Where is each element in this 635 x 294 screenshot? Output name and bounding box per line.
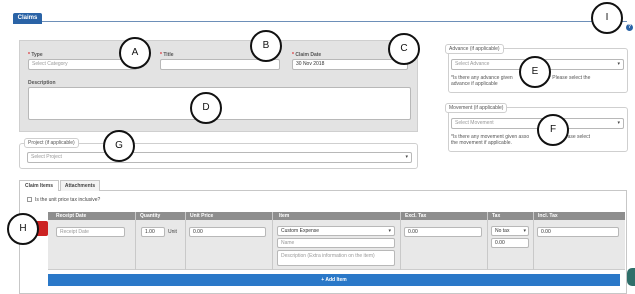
column-divider <box>487 212 488 270</box>
quantity-input[interactable]: 1.00 <box>141 227 165 237</box>
col-tax: Tax <box>492 213 501 219</box>
project-select[interactable]: Select Project ▾ <box>27 152 412 163</box>
tax-inclusive-label: Is the unit price tax inclusive? <box>35 197 101 203</box>
claim-date-input[interactable]: 30 Nov 2018 <box>292 59 408 70</box>
callout-i: I <box>591 2 623 34</box>
unit-label: Unit <box>168 229 177 235</box>
claim-date-label-text: Claim Date <box>295 52 322 58</box>
incl-tax-input[interactable]: 0.00 <box>537 227 619 237</box>
col-excl-tax: Excl. Tax <box>405 213 427 219</box>
unit-price-input[interactable]: 0.00 <box>189 227 266 237</box>
col-quantity: Quantity <box>140 213 161 219</box>
column-divider <box>272 212 273 270</box>
type-select-value: Select Category <box>32 61 68 67</box>
callout-d: D <box>190 92 222 124</box>
movement-legend: Movement (if applicable) <box>445 103 508 113</box>
required-marker: * <box>28 52 30 58</box>
callout-a: A <box>119 37 151 69</box>
movement-select-value: Select Movement <box>455 120 494 126</box>
tax-amount-field: 0.00 <box>491 238 529 248</box>
column-divider <box>400 212 401 270</box>
project-legend: Project (if applicable) <box>24 138 79 148</box>
callout-f: F <box>537 114 569 146</box>
column-divider <box>135 212 136 270</box>
chevron-down-icon: ▾ <box>617 61 620 67</box>
floating-action-button[interactable] <box>627 268 635 286</box>
advance-hint-line2: advance if applicable <box>451 81 498 87</box>
advance-select-value: Select Advance <box>455 61 490 67</box>
callout-h: H <box>7 213 39 245</box>
excl-tax-input[interactable]: 0.00 <box>404 227 482 237</box>
description-label: Description <box>28 80 56 86</box>
chevron-down-icon: ▾ <box>617 120 620 126</box>
col-incl-tax: Incl. Tax <box>538 213 558 219</box>
project-select-value: Select Project <box>31 154 62 160</box>
col-receipt-date: Receipt Date <box>56 213 87 219</box>
callout-b: B <box>250 30 282 62</box>
tax-inclusive-checkbox[interactable] <box>27 197 32 202</box>
page-title: Claims <box>13 13 42 24</box>
advance-legend: Advance (if applicable) <box>445 44 504 54</box>
help-icon[interactable]: ? <box>626 24 633 31</box>
add-item-button[interactable]: + Add Item <box>48 274 620 286</box>
type-label-text: Type <box>31 52 43 58</box>
callout-e: E <box>519 56 551 88</box>
tab-attachments[interactable]: Attachments <box>60 180 100 191</box>
tab-claim-items[interactable]: Claim Items <box>19 180 59 191</box>
callout-c: C <box>388 33 420 65</box>
callout-g: G <box>103 130 135 162</box>
item-name-input[interactable]: Name <box>277 238 395 248</box>
type-label: * Type <box>28 52 43 58</box>
col-item: Item <box>279 213 290 219</box>
tax-select[interactable]: No tax ▾ <box>491 226 529 236</box>
tax-select-value: No tax <box>495 228 510 234</box>
item-select-value: Custom Expense <box>281 228 320 234</box>
required-marker: * <box>292 52 294 58</box>
item-description-input[interactable]: Description (Extra information on the it… <box>277 250 395 266</box>
required-marker: * <box>160 52 162 58</box>
chevron-down-icon: ▾ <box>523 228 526 234</box>
title-label: * Title <box>160 52 174 58</box>
column-divider <box>185 212 186 270</box>
item-select[interactable]: Custom Expense ▾ <box>277 226 395 236</box>
title-label-text: Title <box>163 52 174 58</box>
column-divider <box>533 212 534 270</box>
chevron-down-icon: ▾ <box>388 228 391 234</box>
claim-date-label: * Claim Date <box>292 52 321 58</box>
header-bar <box>13 14 627 22</box>
chevron-down-icon: ▾ <box>405 154 408 160</box>
receipt-date-input[interactable]: Receipt Date <box>56 227 125 237</box>
col-unit-price: Unit Price <box>190 213 214 219</box>
movement-hint-line2: the movement if applicable. <box>451 140 512 146</box>
